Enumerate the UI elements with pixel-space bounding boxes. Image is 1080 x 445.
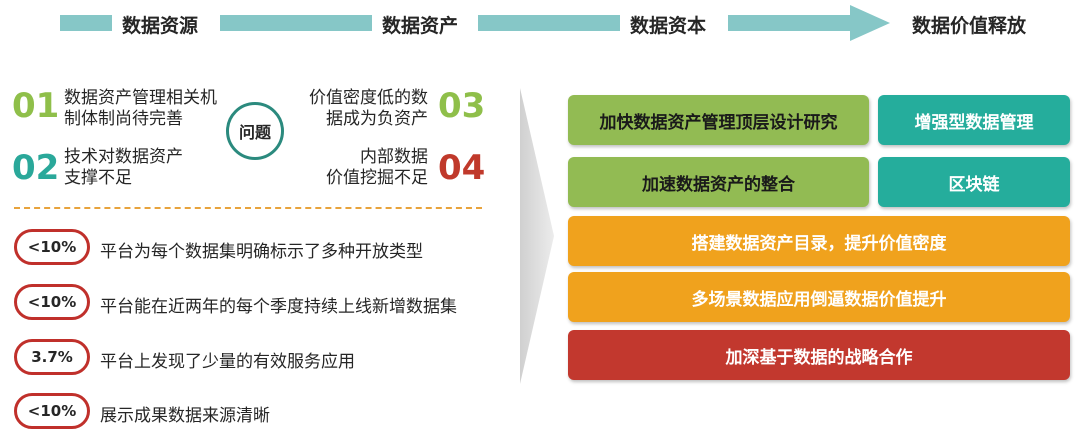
stat-badge-1: <10% xyxy=(14,229,90,265)
stat-text-1: 平台为每个数据集明确标示了多种开放类型 xyxy=(100,242,423,262)
solution-box-3: 加速数据资产的整合 xyxy=(568,157,869,207)
solution-box-7: 加深基于数据的战略合作 xyxy=(568,330,1070,380)
solution-box-6: 多场景数据应用倒逼数据价值提升 xyxy=(568,272,1070,322)
flow-stage-4: 数据价值释放 xyxy=(912,15,1027,37)
solution-box-2: 增强型数据管理 xyxy=(878,95,1070,145)
dashed-divider xyxy=(14,207,482,209)
stat-text-4: 展示成果数据来源清晰 xyxy=(100,406,270,426)
stat-badge-4: <10% xyxy=(14,393,90,429)
flow-arrow-head-icon xyxy=(850,5,890,41)
solution-box-1: 加快数据资产管理顶层设计研究 xyxy=(568,95,869,145)
flow-bar-1 xyxy=(60,15,112,31)
problem-text-4: 内部数据 价值挖掘不足 xyxy=(326,147,428,188)
solution-box-5: 搭建数据资产目录，提升价值密度 xyxy=(568,216,1070,266)
flow-stage-2: 数据资产 xyxy=(382,15,459,37)
problem-number-3: 03 xyxy=(438,86,486,126)
problem-number-4: 04 xyxy=(438,148,486,188)
problem-center-label: 问题 xyxy=(238,123,271,142)
stat-text-2: 平台能在近两年的每个季度持续上线新增数据集 xyxy=(100,297,457,317)
chevron-right-icon xyxy=(520,88,554,384)
problem-center-circle: 问题 xyxy=(226,102,284,160)
solution-box-4: 区块链 xyxy=(878,157,1070,207)
problem-number-1: 01 xyxy=(12,86,60,126)
problem-number-2: 02 xyxy=(12,148,60,188)
problem-text-3: 价值密度低的数 据成为负资产 xyxy=(309,88,428,129)
stat-badge-2: <10% xyxy=(14,284,90,320)
flow-bar-3 xyxy=(478,15,620,31)
flow-stage-1: 数据资源 xyxy=(122,15,199,37)
flow-bar-2 xyxy=(220,15,372,31)
stat-text-3: 平台上发现了少量的有效服务应用 xyxy=(100,352,355,372)
problem-text-2: 技术对数据资产 支撑不足 xyxy=(64,147,183,188)
flow-stage-3: 数据资本 xyxy=(630,15,707,37)
problem-text-1: 数据资产管理相关机 制体制尚待完善 xyxy=(64,88,217,129)
stat-badge-3: 3.7% xyxy=(14,339,90,375)
flow-bar-4 xyxy=(728,15,852,31)
